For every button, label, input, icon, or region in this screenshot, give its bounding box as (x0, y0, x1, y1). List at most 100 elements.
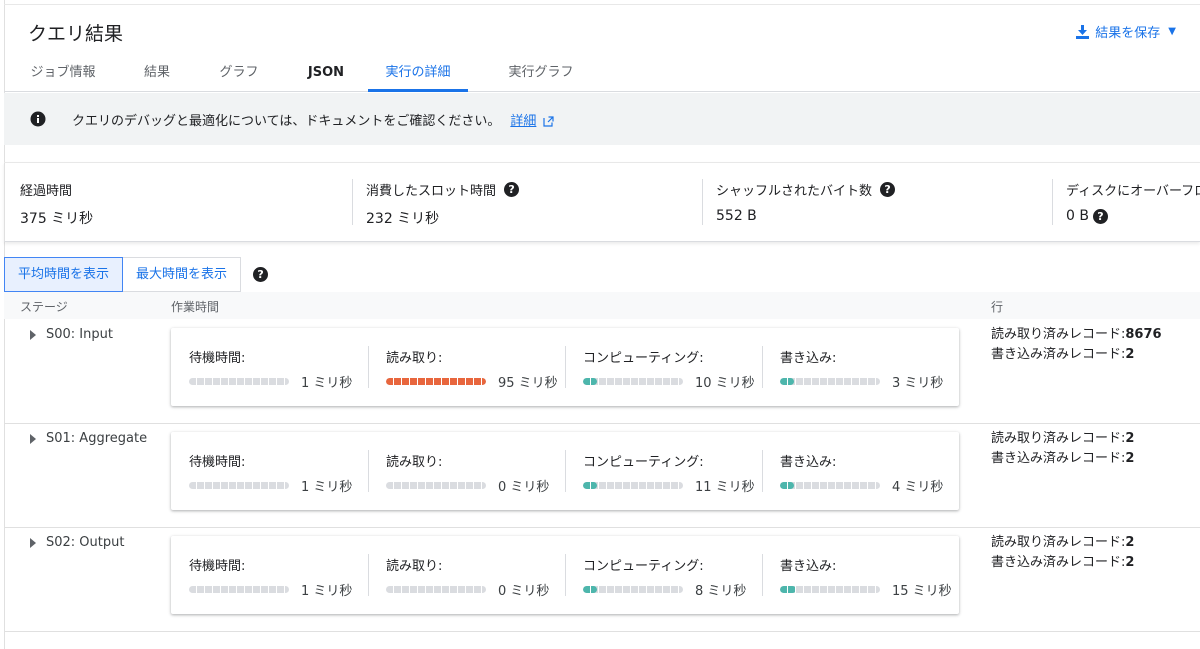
timing-bar (780, 586, 880, 593)
stat-label: 消費したスロット時間 (366, 184, 497, 199)
timing-bar (189, 482, 289, 489)
segment-label: 読み取り: (386, 351, 443, 366)
timing-segment-read: 読み取り: 95 ミリ秒 (368, 328, 564, 406)
time-view-toggle: 平均時間を表示 最大時間を表示 ? (4, 257, 269, 292)
segment-label: コンピューティング: (583, 559, 704, 574)
segment-time: 0 ミリ秒 (498, 480, 550, 495)
records-written-label: 書き込み済みレコード: (991, 347, 1126, 362)
stage-row: S01: Aggregate 待機時間: 1 ミリ秒 読み取り: 0 ミリ秒 コンピューテ… (4, 424, 1200, 528)
stat-value: 0 B (1066, 208, 1089, 224)
timing-bar (189, 378, 289, 385)
segment-label: 書き込み: (780, 351, 837, 366)
help-icon[interactable]: ? (1092, 208, 1108, 224)
stat-label: ディスクにオーバーフロー (1066, 184, 1200, 199)
show-max-time-button[interactable]: 最大時間を表示 (123, 257, 242, 292)
save-results-button[interactable]: 結果を保存 ▼ (1076, 22, 1176, 41)
expand-triangle-icon (30, 537, 36, 548)
expand-triangle-icon (30, 329, 36, 340)
segment-time: 15 ミリ秒 (892, 584, 952, 599)
help-icon[interactable]: ? (253, 267, 269, 282)
timing-bar (189, 586, 289, 593)
info-icon (30, 111, 46, 127)
caret-down-icon: ▼ (1168, 26, 1176, 37)
timing-bar-fill (583, 378, 597, 385)
records-written-value: 2 (1125, 451, 1135, 466)
timing-segment-compute: コンピューティング: 11 ミリ秒 (565, 432, 761, 510)
timing-segment-read: 読み取り: 0 ミリ秒 (368, 432, 564, 510)
tab-bar: ジョブ情報 結果 グラフ JSON 実行の詳細 実行グラフ (4, 54, 1200, 92)
stat-label: 経過時間 (20, 184, 73, 199)
timing-segment-write: 書き込み: 4 ミリ秒 (762, 432, 958, 510)
download-icon (1076, 24, 1090, 39)
timing-bar-fill (780, 482, 794, 489)
segment-time: 0 ミリ秒 (498, 584, 550, 599)
stat-slot-time: 消費したスロット時間? 232 ミリ秒 (366, 180, 520, 228)
timing-segment-read: 読み取り: 0 ミリ秒 (368, 536, 564, 614)
segment-time: 1 ミリ秒 (301, 480, 353, 495)
external-link-icon (542, 116, 554, 127)
stat-value: 552 B (716, 208, 757, 224)
tab-chart[interactable]: グラフ (218, 54, 260, 92)
segment-time: 1 ミリ秒 (301, 584, 353, 599)
segment-time: 95 ミリ秒 (498, 376, 558, 391)
segment-label: 読み取り: (386, 559, 443, 574)
learn-more-link[interactable]: 詳細 (510, 114, 536, 129)
stage-expander[interactable]: S00: Input (30, 327, 113, 342)
stat-disk-overflow: ディスクにオーバーフロー 0 B? (1066, 180, 1200, 224)
query-results-header: クエリ結果 結果を保存 ▼ (4, 4, 1200, 54)
show-average-time-button[interactable]: 平均時間を表示 (4, 257, 124, 292)
records-written-label: 書き込み済みレコード: (991, 451, 1126, 466)
stage-timing-card: 待機時間: 1 ミリ秒 読み取り: 95 ミリ秒 コンピューティング: 10 ミリ秒 書き込… (171, 328, 959, 406)
segment-time: 10 ミリ秒 (695, 376, 755, 391)
stat-value: 375 ミリ秒 (20, 211, 94, 227)
tab-execution-graph[interactable]: 実行グラフ (506, 54, 576, 92)
tab-json[interactable]: JSON (306, 54, 346, 92)
segment-label: 待機時間: (189, 559, 246, 574)
column-rows: 行 (991, 300, 1004, 314)
stage-name: S01: Aggregate (46, 431, 148, 446)
timing-bar-fill (386, 378, 486, 385)
records-read-label: 読み取り済みレコード: (991, 327, 1126, 342)
tab-results[interactable]: 結果 (142, 54, 172, 92)
timing-segment-compute: コンピューティング: 8 ミリ秒 (565, 536, 761, 614)
help-icon[interactable]: ? (504, 182, 520, 197)
timing-bar-fill (780, 586, 796, 593)
timing-bar (780, 378, 880, 385)
divider (702, 179, 703, 225)
stat-shuffled-bytes: シャッフルされたバイト数? 552 B (716, 180, 896, 224)
stage-row: S00: Input 待機時間: 1 ミリ秒 読み取り: 95 ミリ秒 コンピューティング… (4, 320, 1200, 424)
stage-expander[interactable]: S01: Aggregate (30, 431, 147, 446)
segment-time: 1 ミリ秒 (301, 376, 353, 391)
timing-bar (386, 586, 486, 593)
page-title: クエリ結果 (28, 23, 124, 45)
timing-bar-fill (583, 586, 597, 593)
timing-segment-wait: 待機時間: 1 ミリ秒 (171, 432, 367, 510)
stage-expander[interactable]: S02: Output (30, 535, 124, 550)
records-read-value: 2 (1125, 431, 1135, 446)
timing-segment-wait: 待機時間: 1 ミリ秒 (171, 536, 367, 614)
records-written-value: 2 (1125, 347, 1135, 362)
expand-triangle-icon (30, 433, 36, 444)
stage-records: 読み取り済みレコード:8676 書き込み済みレコード:2 (991, 325, 1162, 365)
segment-label: 書き込み: (780, 455, 837, 470)
records-read-value: 2 (1125, 535, 1135, 550)
divider (352, 179, 353, 225)
timing-segment-write: 書き込み: 3 ミリ秒 (762, 328, 958, 406)
segment-label: 待機時間: (189, 351, 246, 366)
records-read-label: 読み取り済みレコード: (991, 431, 1126, 446)
segment-time: 4 ミリ秒 (892, 480, 944, 495)
stage-timing-card: 待機時間: 1 ミリ秒 読み取り: 0 ミリ秒 コンピューティング: 8 ミリ秒 書き込み:… (171, 536, 959, 614)
column-stage: ステージ (20, 300, 68, 314)
tab-execution-details[interactable]: 実行の詳細 (368, 54, 468, 92)
timing-bar (386, 482, 486, 489)
stage-name: S02: Output (46, 535, 125, 550)
timing-bar (583, 482, 683, 489)
timing-segment-compute: コンピューティング: 10 ミリ秒 (565, 328, 761, 406)
timing-bar (780, 482, 880, 489)
tab-job-info[interactable]: ジョブ情報 (28, 54, 98, 92)
records-read-value: 8676 (1125, 327, 1162, 342)
stat-value: 232 ミリ秒 (366, 211, 440, 227)
help-icon[interactable]: ? (880, 182, 896, 197)
stage-records: 読み取り済みレコード:2 書き込み済みレコード:2 (991, 429, 1134, 469)
save-results-label: 結果を保存 (1095, 26, 1161, 41)
